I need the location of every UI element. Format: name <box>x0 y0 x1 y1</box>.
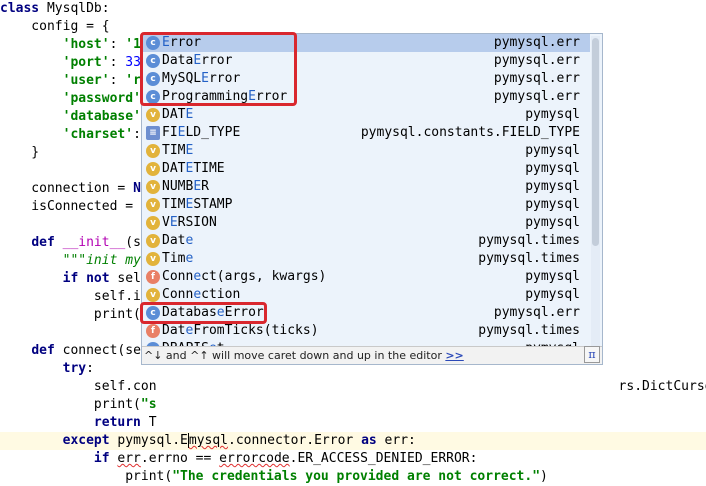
suggestion-item[interactable]: v NUMBER pymysql <box>142 178 590 196</box>
variable-icon: v <box>146 234 160 248</box>
suggestion-item[interactable]: v VERSION pymysql <box>142 214 590 232</box>
hint-more-link[interactable]: >> <box>445 349 463 362</box>
popup-scrollbar[interactable] <box>591 36 600 346</box>
variable-icon: v <box>146 180 160 194</box>
suggestion-source: pymysql.err <box>493 71 580 86</box>
suggestion-item[interactable]: f Connect(args, kwargs) pymysql <box>142 268 590 286</box>
suggestion-label: TIMESTAMP <box>162 197 233 212</box>
suggestion-label: DateFromTicks(ticks) <box>162 323 319 338</box>
field-icon: ≡ <box>146 126 160 140</box>
variable-icon: v <box>146 162 160 176</box>
suggestion-source: pymysql.err <box>493 53 580 68</box>
suggestion-source: pymysql <box>525 287 580 302</box>
suggestion-source: pymysql <box>525 143 580 158</box>
suggestion-source: pymysql <box>525 269 580 284</box>
suggestion-label: VERSION <box>162 215 217 230</box>
code-line: return T <box>93 415 157 430</box>
suggestion-label: DATETIME <box>162 161 225 176</box>
suggestion-source: pymysql <box>525 179 580 194</box>
variable-icon: v <box>146 198 160 212</box>
suggestion-item[interactable]: v TIME pymysql <box>142 142 590 160</box>
suggestion-label: Date <box>162 233 194 248</box>
suggestion-source: pymysql.times <box>478 323 580 338</box>
suggestion-item[interactable]: v DATETIME pymysql <box>142 160 590 178</box>
completion-hint: ^↓ and ^↑ will move caret down and up in… <box>142 346 602 364</box>
suggestion-item[interactable]: f DateFromTicks(ticks) pymysql.times <box>142 322 590 340</box>
suggestion-source: pymysql <box>525 107 580 122</box>
suggestion-label: FIELD_TYPE <box>162 125 241 140</box>
suggestion-source: pymysql.err <box>493 305 580 320</box>
code-line-current: except pymysql.Emysql.connector.Error as… <box>0 432 706 450</box>
suggestion-label: Connect(args, kwargs) <box>162 269 327 284</box>
suggestion-source: pymysql <box>525 197 580 212</box>
code-line: print("The credentials you provided are … <box>0 469 548 484</box>
variable-icon: v <box>146 144 160 158</box>
suggestion-label: NUMBER <box>162 179 209 194</box>
suggestion-source: pymysql.times <box>478 251 580 266</box>
suggestion-label: Time <box>162 251 194 266</box>
highlight-box-error-classes <box>140 32 297 106</box>
code-line: print("s <box>0 397 157 412</box>
suggestion-item[interactable]: v DATE pymysql <box>142 106 590 124</box>
suggestion-label: TIME <box>162 143 194 158</box>
function-icon: f <box>146 324 160 338</box>
suggestion-item[interactable]: v Date pymysql.times <box>142 232 590 250</box>
suggestion-item[interactable]: v Time pymysql.times <box>142 250 590 268</box>
pi-button[interactable]: π <box>584 346 600 363</box>
suggestion-source: pymysql.constants.FIELD_TYPE <box>360 125 580 140</box>
code-line: if err.errno == errorcode.ER_ACCESS_DENI… <box>93 451 478 466</box>
code-line: self.conrs.DictCursor) <box>0 378 706 396</box>
suggestion-item[interactable]: ≡ FIELD_TYPE pymysql.constants.FIELD_TYPE <box>142 124 590 142</box>
popup-scrollbar-thumb[interactable] <box>592 38 599 246</box>
suggestion-source: pymysql <box>525 161 580 176</box>
variable-icon: v <box>146 108 160 122</box>
variable-icon: v <box>146 288 160 302</box>
suggestion-source: pymysql.err <box>493 35 580 50</box>
highlight-box-database-error <box>140 302 267 324</box>
suggestion-source: pymysql <box>525 215 580 230</box>
suggestion-label: DATE <box>162 107 194 122</box>
suggestion-source: pymysql.times <box>478 233 580 248</box>
suggestion-item[interactable]: v TIMESTAMP pymysql <box>142 196 590 214</box>
code-overflow: rs.DictCursor) <box>618 379 706 394</box>
function-icon: f <box>146 270 160 284</box>
code-line-class: class MysqlDb: <box>0 1 110 16</box>
suggestion-source: pymysql.err <box>493 89 580 104</box>
variable-icon: v <box>146 252 160 266</box>
hint-text: ^↓ and ^↑ will move caret down and up in… <box>144 349 446 362</box>
variable-icon: v <box>146 216 160 230</box>
